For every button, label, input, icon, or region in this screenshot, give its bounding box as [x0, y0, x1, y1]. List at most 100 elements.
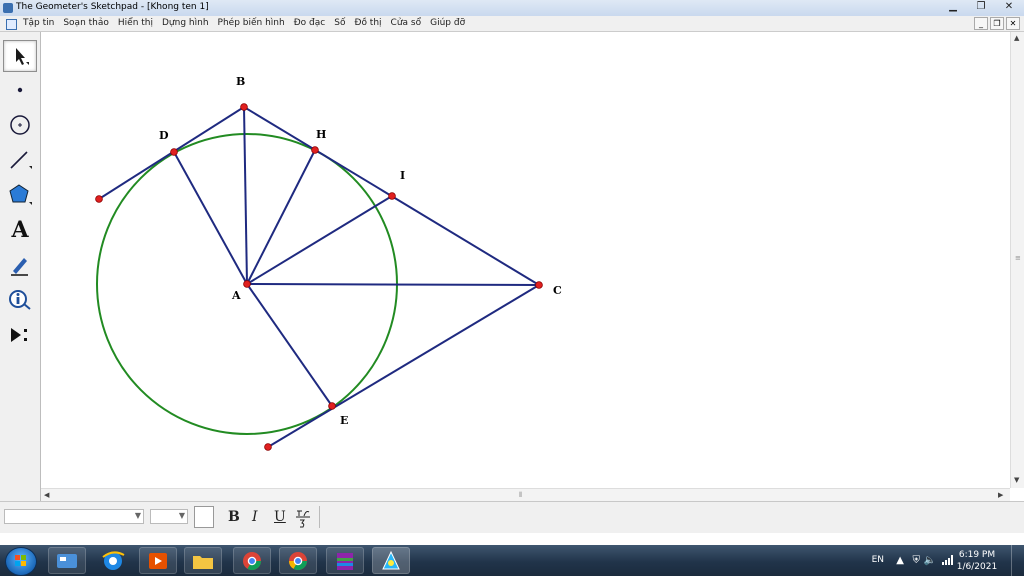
grip-icon: ⦀: [519, 491, 523, 499]
doc-restore-button[interactable]: ❐: [990, 17, 1004, 30]
label-I[interactable]: I: [400, 169, 405, 182]
doc-minimize-button[interactable]: _: [974, 17, 988, 30]
label-D[interactable]: D: [159, 129, 169, 142]
taskbar-explorer-app[interactable]: [184, 547, 222, 574]
horizontal-scrollbar[interactable]: ◀ ⦀ ▶: [41, 488, 1010, 502]
point-tangent-end-left[interactable]: [95, 195, 103, 203]
underline-button[interactable]: U: [274, 509, 286, 525]
point-C[interactable]: [535, 281, 543, 289]
media-player-icon: [149, 552, 167, 569]
segment-A-D[interactable]: [173, 151, 248, 285]
doc-close-button[interactable]: ✕: [1006, 17, 1020, 30]
app-icon: [3, 3, 13, 13]
scroll-left-icon[interactable]: ◀: [44, 491, 49, 499]
straightedge-tool[interactable]: [3, 144, 37, 176]
line-segment-icon: [10, 151, 32, 169]
show-desktop-button[interactable]: [1011, 545, 1024, 576]
start-button[interactable]: [5, 547, 37, 576]
play-menu-icon: [11, 328, 27, 342]
segment-A-C[interactable]: [246, 283, 540, 286]
marker-icon: [11, 258, 28, 276]
chrome-icon: [289, 551, 307, 570]
scroll-down-icon[interactable]: ▼: [1014, 476, 1019, 484]
vertical-scrollbar[interactable]: ▲ ≡ ▼: [1010, 32, 1024, 488]
menu-item-0[interactable]: Tập tin: [23, 18, 54, 28]
font-family-select[interactable]: ▼: [4, 509, 144, 524]
arrow-icon: [16, 48, 29, 65]
compass-tool[interactable]: [3, 109, 37, 141]
math-format-icon[interactable]: [294, 507, 312, 529]
menu-item-2[interactable]: Hiển thị: [118, 18, 153, 28]
menu-bar: Tập tin Soạn thảo Hiển thị Dựng hình Phép bi…: [0, 16, 1024, 32]
minimize-button[interactable]: ▁: [946, 1, 960, 12]
volume-icon[interactable]: 🔈: [924, 555, 936, 566]
label-B[interactable]: B: [236, 75, 245, 88]
taskbar-chrome-app[interactable]: [279, 547, 317, 574]
chevron-down-icon: ▼: [134, 511, 141, 520]
language-indicator[interactable]: EN: [872, 555, 884, 565]
point-D[interactable]: [170, 148, 178, 156]
clock-date[interactable]: 1/6/2021: [952, 562, 1002, 572]
custom-tool[interactable]: [3, 319, 37, 351]
chevron-down-icon: ▼: [178, 511, 185, 520]
text-format-bar: ▼ ▼ B I U: [0, 501, 1024, 533]
show-hidden-icons-icon[interactable]: ▲: [896, 555, 904, 566]
point-tangent-end-bottom[interactable]: [264, 443, 272, 451]
ie-icon: [102, 550, 125, 570]
sketch-canvas[interactable]: A B C D E H I: [41, 32, 1010, 488]
toolbar-divider: [319, 506, 320, 528]
segment-A-E[interactable]: [246, 283, 333, 407]
sketchpad-icon: [57, 553, 77, 568]
scroll-up-icon[interactable]: ▲: [1014, 34, 1019, 42]
gsp-icon: [382, 550, 400, 569]
taskbar-chrome-beta-app[interactable]: [233, 547, 271, 574]
menu-item-6[interactable]: Số: [334, 18, 345, 28]
label-C[interactable]: C: [553, 284, 562, 297]
point-H[interactable]: [311, 146, 319, 154]
taskbar-gsp-app[interactable]: [372, 547, 410, 574]
windows-logo-icon: [15, 555, 26, 566]
security-icon[interactable]: ⛨: [913, 555, 921, 566]
information-tool[interactable]: [3, 284, 37, 316]
menu-item-9[interactable]: Giúp đỡ: [430, 18, 465, 28]
point-A[interactable]: [243, 280, 251, 288]
taskbar-media-player-app[interactable]: [139, 547, 177, 574]
polygon-tool[interactable]: [3, 179, 37, 211]
scroll-right-icon[interactable]: ▶: [998, 491, 1003, 499]
document-icon[interactable]: [6, 19, 17, 30]
close-button[interactable]: ✕: [1002, 1, 1016, 12]
taskbar-winrar-app[interactable]: [326, 547, 364, 574]
label-E[interactable]: E: [340, 414, 348, 427]
label-A[interactable]: A: [231, 289, 241, 302]
point-icon: [17, 87, 23, 93]
menu-item-1[interactable]: Soạn thảo: [63, 18, 109, 28]
segment-tangent-lower[interactable]: [267, 284, 540, 448]
menu-item-7[interactable]: Đồ thị: [354, 18, 381, 28]
selection-arrow-tool[interactable]: [3, 40, 37, 72]
menu-item-4[interactable]: Phép biến hình: [218, 18, 285, 28]
grip-icon: ≡: [1015, 254, 1021, 262]
circle-icon: [10, 115, 30, 135]
taskbar-ie-app[interactable]: [94, 547, 132, 574]
marker-tool[interactable]: [3, 249, 37, 281]
point-I[interactable]: [388, 192, 396, 200]
clock-time[interactable]: 6:19 PM: [952, 550, 1002, 560]
menu-item-8[interactable]: Cửa sổ: [391, 18, 422, 28]
point-B[interactable]: [240, 103, 248, 111]
menu-item-5[interactable]: Đo đạc: [294, 18, 326, 28]
point-tool[interactable]: [3, 74, 37, 106]
text-color-swatch[interactable]: [194, 506, 214, 528]
italic-button[interactable]: I: [252, 509, 258, 525]
windows-taskbar: EN ▲ ⛨ 🔈 6:19 PM 1/6/2021: [0, 545, 1024, 576]
menu-item-3[interactable]: Dựng hình: [162, 18, 209, 28]
bold-button[interactable]: B: [228, 509, 240, 525]
label-H[interactable]: H: [316, 128, 326, 141]
point-E[interactable]: [328, 402, 336, 410]
text-tool[interactable]: A: [3, 214, 37, 246]
font-size-select[interactable]: ▼: [150, 509, 188, 524]
title-bar: The Geometer's Sketchpad - [Khong ten 1]…: [0, 0, 1024, 16]
taskbar-sketchpad-app[interactable]: [48, 547, 86, 574]
sketch-drawing: A B C D E H I: [95, 75, 562, 451]
info-icon: [9, 290, 31, 310]
restore-button[interactable]: ❐: [974, 1, 988, 12]
